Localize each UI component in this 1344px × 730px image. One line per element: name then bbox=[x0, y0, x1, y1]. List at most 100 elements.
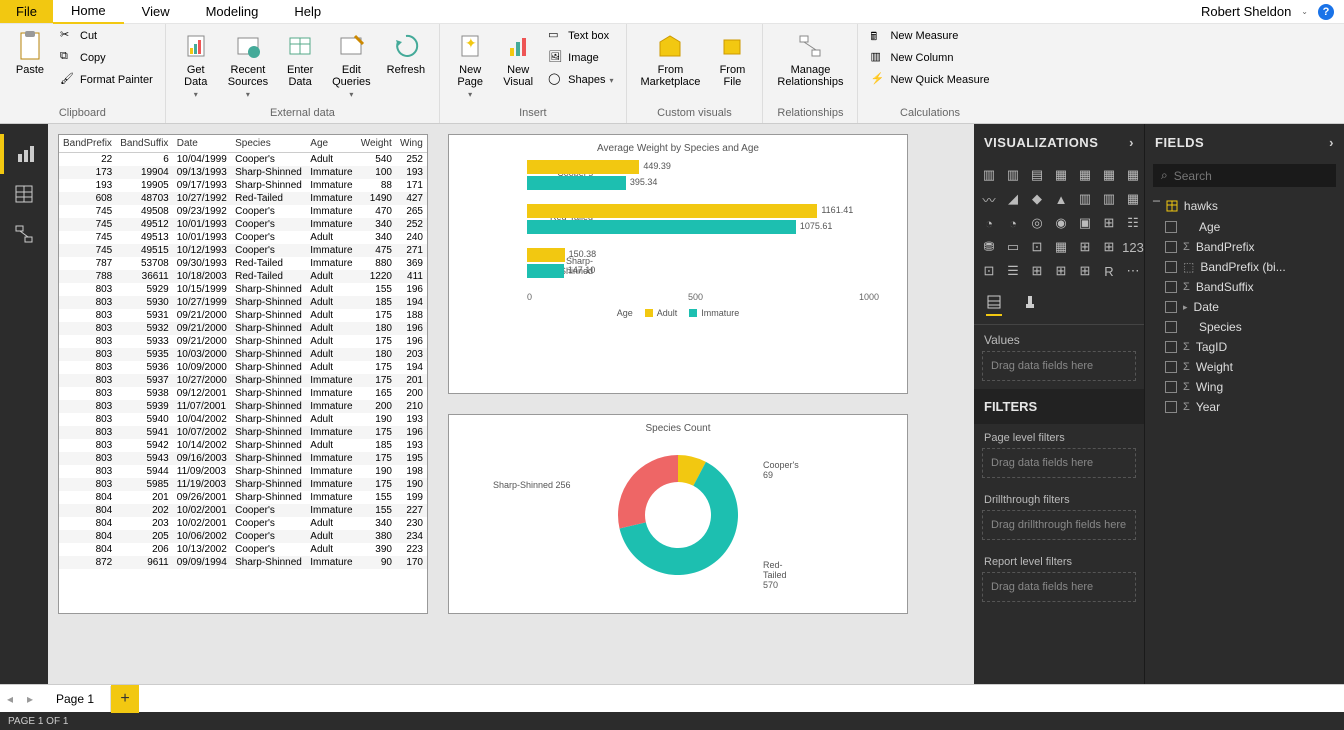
new-column-button[interactable]: ▥New Column bbox=[866, 48, 993, 68]
table-row[interactable]: 6084870310/27/1992Red-TailedImmature1490… bbox=[59, 192, 427, 205]
field-item[interactable]: ▸Date bbox=[1145, 297, 1344, 317]
page-prev-button[interactable]: ◂ bbox=[0, 685, 20, 713]
tab-file[interactable]: File bbox=[0, 0, 53, 23]
bar[interactable]: 1161.41 bbox=[527, 204, 817, 218]
viz-type-button[interactable]: ◔ bbox=[978, 212, 1000, 234]
viz-type-button[interactable]: ▤ bbox=[1026, 164, 1048, 186]
field-item[interactable]: ΣTagID bbox=[1145, 337, 1344, 357]
new-quick-measure-button[interactable]: ⚡New Quick Measure bbox=[866, 70, 993, 90]
viz-type-button[interactable]: 〰 bbox=[978, 188, 1000, 210]
table-row[interactable]: 803593809/12/2001Sharp-ShinnedImmature16… bbox=[59, 387, 427, 400]
viz-type-button[interactable]: ◔ bbox=[1002, 212, 1024, 234]
model-view-button[interactable] bbox=[0, 214, 48, 254]
table-row[interactable]: 803594210/14/2002Sharp-ShinnedAdult18519… bbox=[59, 439, 427, 452]
table-row[interactable]: 7883661110/18/2003Red-TailedAdult1220411 bbox=[59, 270, 427, 283]
format-tab[interactable] bbox=[1022, 294, 1038, 316]
viz-type-button[interactable]: ⊞ bbox=[1026, 260, 1048, 282]
fields-tab[interactable] bbox=[986, 294, 1002, 316]
viz-type-button[interactable]: ⋯ bbox=[1122, 260, 1144, 282]
table-row[interactable]: 80420610/13/2002Cooper'sAdult390223 bbox=[59, 543, 427, 556]
viz-type-button[interactable]: ⊞ bbox=[1074, 260, 1096, 282]
fields-search[interactable]: ⌕ bbox=[1153, 164, 1336, 187]
bar[interactable]: 150.38 bbox=[527, 248, 565, 262]
table-row[interactable]: 872961109/09/1994Sharp-ShinnedImmature90… bbox=[59, 556, 427, 569]
page-next-button[interactable]: ▸ bbox=[20, 685, 40, 713]
text-box-button[interactable]: ▭Text box bbox=[544, 26, 617, 46]
checkbox[interactable] bbox=[1165, 341, 1177, 353]
report-filters-well[interactable]: Drag data fields here bbox=[982, 572, 1136, 602]
viz-type-button[interactable]: ▥ bbox=[1074, 188, 1096, 210]
table-row[interactable]: 80420210/02/2001Cooper'sImmature155227 bbox=[59, 504, 427, 517]
donut-slice[interactable] bbox=[618, 455, 678, 528]
column-header[interactable]: BandPrefix bbox=[59, 135, 116, 153]
report-canvas[interactable]: BandPrefixBandSuffixDateSpeciesAgeWeight… bbox=[48, 124, 974, 684]
bar[interactable]: 147.10 bbox=[527, 264, 564, 278]
viz-type-button[interactable]: ▦ bbox=[1074, 164, 1096, 186]
format-painter-button[interactable]: 🖌Format Painter bbox=[56, 70, 157, 90]
viz-type-button[interactable]: ▣ bbox=[1074, 212, 1096, 234]
checkbox[interactable] bbox=[1165, 281, 1177, 293]
tab-view[interactable]: View bbox=[124, 0, 188, 23]
checkbox[interactable] bbox=[1165, 321, 1177, 333]
column-header[interactable]: Date bbox=[173, 135, 231, 153]
tab-modeling[interactable]: Modeling bbox=[188, 0, 277, 23]
viz-type-button[interactable]: ▦ bbox=[1122, 188, 1144, 210]
column-header[interactable]: Species bbox=[231, 135, 306, 153]
table-row[interactable]: 22610/04/1999Cooper'sAdult540252 bbox=[59, 153, 427, 167]
table-row[interactable]: 80420310/02/2001Cooper'sAdult340230 bbox=[59, 517, 427, 530]
new-page-button[interactable]: ✦New Page▾ bbox=[448, 26, 492, 103]
checkbox[interactable] bbox=[1165, 401, 1177, 413]
table-row[interactable]: 80420109/26/2001Sharp-ShinnedImmature155… bbox=[59, 491, 427, 504]
viz-type-button[interactable]: ◉ bbox=[1050, 212, 1072, 234]
values-well[interactable]: Drag data fields here bbox=[982, 351, 1136, 381]
field-item[interactable]: ΣWing bbox=[1145, 377, 1344, 397]
new-visual-button[interactable]: New Visual bbox=[496, 26, 540, 92]
table-row[interactable]: 80420510/06/2002Cooper'sAdult380234 bbox=[59, 530, 427, 543]
viz-type-button[interactable]: ⊞ bbox=[1074, 236, 1096, 258]
legend-item[interactable]: Adult bbox=[645, 308, 678, 318]
drill-filters-well[interactable]: Drag drillthrough fields here bbox=[982, 510, 1136, 540]
viz-type-button[interactable]: ◎ bbox=[1026, 212, 1048, 234]
legend-item[interactable]: Immature bbox=[689, 308, 739, 318]
chevron-down-icon[interactable]: ⌄ bbox=[1301, 7, 1308, 16]
shapes-button[interactable]: ◯Shapes ▾ bbox=[544, 70, 617, 90]
table-row[interactable]: 803593710/27/2000Sharp-ShinnedImmature17… bbox=[59, 374, 427, 387]
table-row[interactable]: 1731990409/13/1993Sharp-ShinnedImmature1… bbox=[59, 166, 427, 179]
viz-type-button[interactable]: ▲ bbox=[1050, 188, 1072, 210]
table-visual[interactable]: BandPrefixBandSuffixDateSpeciesAgeWeight… bbox=[58, 134, 428, 614]
viz-type-button[interactable]: ⊡ bbox=[1026, 236, 1048, 258]
checkbox[interactable] bbox=[1165, 301, 1177, 313]
column-header[interactable]: Wing bbox=[396, 135, 427, 153]
column-header[interactable]: BandSuffix bbox=[116, 135, 173, 153]
table-row[interactable]: 803592910/15/1999Sharp-ShinnedAdult15519… bbox=[59, 283, 427, 296]
bar[interactable]: 395.34 bbox=[527, 176, 626, 190]
table-row[interactable]: 803594010/04/2002Sharp-ShinnedAdult19019… bbox=[59, 413, 427, 426]
viz-type-button[interactable]: ⊡ bbox=[978, 260, 1000, 282]
add-page-button[interactable]: + bbox=[111, 685, 139, 713]
field-item[interactable]: ΣYear bbox=[1145, 397, 1344, 417]
expand-icon[interactable]: ▸ bbox=[1183, 302, 1188, 313]
table-node[interactable]: ▔ hawks bbox=[1145, 195, 1344, 217]
viz-type-button[interactable]: R bbox=[1098, 260, 1120, 282]
table-row[interactable]: 7454951210/01/1993Cooper'sImmature340252 bbox=[59, 218, 427, 231]
table-row[interactable]: 7875370809/30/1993Red-TailedImmature8803… bbox=[59, 257, 427, 270]
table-row[interactable]: 7454950809/23/1992Cooper'sImmature470265 bbox=[59, 205, 427, 218]
table-row[interactable]: 803594110/07/2002Sharp-ShinnedImmature17… bbox=[59, 426, 427, 439]
column-header[interactable]: Age bbox=[306, 135, 357, 153]
from-file-button[interactable]: From File bbox=[710, 26, 754, 92]
manage-relationships-button[interactable]: Manage Relationships bbox=[771, 26, 849, 92]
enter-data-button[interactable]: Enter Data bbox=[278, 26, 322, 92]
table-row[interactable]: 1931990509/17/1993Sharp-ShinnedImmature8… bbox=[59, 179, 427, 192]
viz-type-button[interactable]: ⊞ bbox=[1050, 260, 1072, 282]
viz-type-button[interactable]: ▥ bbox=[978, 164, 1000, 186]
viz-type-button[interactable]: ⊞ bbox=[1098, 212, 1120, 234]
copy-button[interactable]: ⧉Copy bbox=[56, 48, 157, 68]
checkbox[interactable] bbox=[1165, 381, 1177, 393]
checkbox[interactable] bbox=[1165, 241, 1177, 253]
table-row[interactable]: 803593610/09/2000Sharp-ShinnedAdult17519… bbox=[59, 361, 427, 374]
table-row[interactable]: 803593109/21/2000Sharp-ShinnedAdult17518… bbox=[59, 309, 427, 322]
viz-type-button[interactable]: ▥ bbox=[1098, 188, 1120, 210]
refresh-button[interactable]: Refresh bbox=[381, 26, 432, 80]
column-header[interactable]: Weight bbox=[357, 135, 396, 153]
viz-type-button[interactable]: ⊞ bbox=[1098, 236, 1120, 258]
